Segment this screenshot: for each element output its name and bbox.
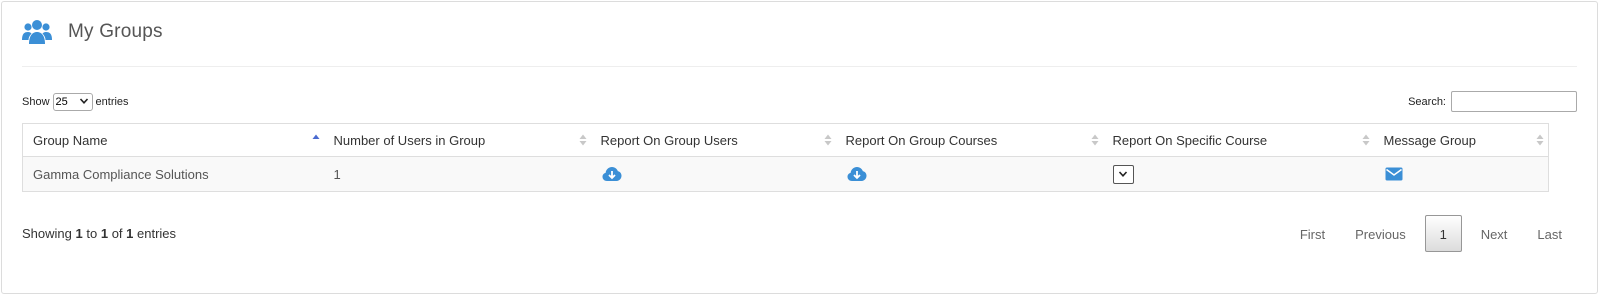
- info-to: to: [86, 226, 98, 241]
- info-suffix: entries: [137, 226, 177, 241]
- cell-report-users: [590, 156, 836, 192]
- column-header-specific-course[interactable]: Report On Specific Course: [1102, 123, 1374, 157]
- sort-icon: [824, 134, 831, 146]
- previous-page-button[interactable]: Previous: [1340, 215, 1421, 252]
- groups-panel: My Groups Show 25 entries Search: Group …: [1, 1, 1598, 294]
- table-header-row: Group Name Number of Users in Group Repo…: [22, 123, 1549, 157]
- cell-users-count: 1: [323, 156, 591, 192]
- pagination: First Previous 1 Next Last: [1285, 215, 1577, 252]
- info-end: 1: [100, 226, 109, 241]
- column-label: Message Group: [1383, 132, 1477, 148]
- table-row: Gamma Compliance Solutions 1: [22, 156, 1549, 192]
- page-title: My Groups: [68, 21, 163, 42]
- groups-table: Group Name Number of Users in Group Repo…: [22, 123, 1549, 192]
- sort-icon: [1091, 134, 1098, 146]
- column-label: Group Name: [33, 132, 108, 148]
- column-header-users[interactable]: Number of Users in Group: [323, 123, 591, 157]
- length-suffix: entries: [95, 96, 129, 108]
- cell-report-courses: [835, 156, 1103, 192]
- length-select-wrap: 25: [50, 93, 96, 111]
- info-start: 1: [75, 226, 83, 241]
- sort-icon: [1536, 134, 1544, 146]
- column-header-report-courses[interactable]: Report On Group Courses: [835, 123, 1103, 157]
- cell-specific-course: [1102, 156, 1374, 192]
- search-input[interactable]: [1451, 91, 1577, 112]
- page-1-button[interactable]: 1: [1424, 215, 1462, 252]
- entries-select[interactable]: 25: [52, 93, 93, 111]
- cell-group-name: Gamma Compliance Solutions: [22, 156, 324, 192]
- sort-icon: [1362, 134, 1369, 146]
- first-page-button[interactable]: First: [1285, 215, 1340, 252]
- header-divider: [22, 66, 1577, 67]
- search-label: Search:: [1408, 95, 1446, 108]
- length-prefix: Show: [22, 96, 50, 108]
- course-select-dropdown[interactable]: [1112, 164, 1134, 184]
- last-page-button[interactable]: Last: [1522, 215, 1577, 252]
- info-total: 1: [126, 226, 134, 241]
- next-page-button[interactable]: Next: [1466, 215, 1523, 252]
- column-header-group-name[interactable]: Group Name: [22, 123, 324, 157]
- column-label: Number of Users in Group: [333, 132, 486, 148]
- column-header-report-users[interactable]: Report On Group Users: [590, 123, 836, 157]
- column-label: Report On Group Courses: [845, 132, 998, 148]
- cloud-download-icon[interactable]: [847, 166, 867, 182]
- search-control: Search:: [1408, 91, 1577, 112]
- column-label: Report On Group Users: [600, 132, 738, 148]
- sort-ascending-icon: [312, 134, 319, 139]
- cell-message-group: [1373, 156, 1549, 192]
- envelope-icon[interactable]: [1385, 167, 1403, 181]
- cloud-download-icon[interactable]: [602, 166, 622, 182]
- chevron-down-icon: [1118, 171, 1128, 177]
- info-of: of: [111, 226, 123, 241]
- column-header-message-group[interactable]: Message Group: [1373, 123, 1549, 157]
- users-icon: [22, 20, 52, 44]
- entries-length-control: Show 25 entries: [22, 93, 129, 111]
- sort-icon: [579, 134, 586, 146]
- page-header: My Groups: [22, 18, 163, 46]
- column-label: Report On Specific Course: [1112, 132, 1268, 148]
- table-info: Showing 1 to 1 of 1 entries: [22, 226, 176, 241]
- info-prefix: Showing: [22, 226, 72, 241]
